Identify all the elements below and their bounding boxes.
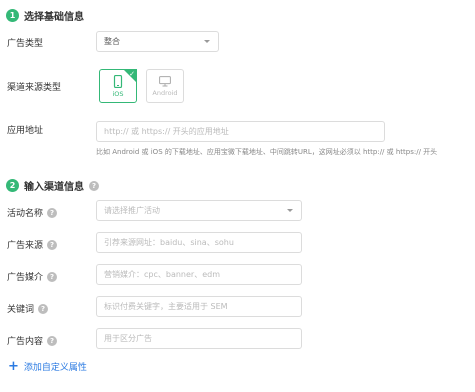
ad-source-label-text: 广告来源 — [7, 241, 44, 251]
chevron-down-icon — [204, 40, 210, 43]
section-title-basic: 选择基础信息 — [24, 12, 84, 23]
channel-type-label: 渠道来源类型 — [7, 80, 61, 93]
ad-content-input[interactable]: 用于区分广告 — [96, 328, 302, 349]
os-option-ios-label: iOS — [112, 89, 124, 98]
section-channel-info: 2 输入渠道信息 ? — [6, 178, 99, 193]
app-url-input[interactable]: http:// 或 https:// 开头的应用地址 — [96, 121, 385, 142]
question-circle-icon[interactable]: ? — [47, 335, 58, 346]
section-title-channel: 输入渠道信息 — [24, 182, 84, 193]
ad-content-label-text: 广告内容 — [7, 337, 44, 347]
question-circle-icon[interactable]: ? — [47, 271, 58, 282]
ad-medium-placeholder: 营销媒介：cpc、banner、edm — [104, 270, 220, 279]
campaign-select-placeholder: 请选择推广活动 — [104, 206, 160, 215]
question-circle-icon[interactable]: ? — [38, 303, 49, 314]
ad-medium-input[interactable]: 营销媒介：cpc、banner、edm — [96, 264, 302, 285]
keyword-input[interactable]: 标识付费关键字，主要适用于 SEM — [96, 296, 302, 317]
check-icon: ✓ — [129, 70, 135, 78]
ad-medium-label: 广告媒介 ? — [7, 270, 58, 283]
question-circle-icon[interactable]: ? — [47, 239, 58, 250]
ad-type-label-text: 广告类型 — [7, 39, 44, 49]
os-option-ios[interactable]: ✓ iOS — [99, 69, 137, 103]
keyword-label-text: 关键词 — [7, 305, 35, 315]
app-url-hint: 比如 Android 或 iOS 的下载地址、应用宝微下载地址、中间跳转URL，… — [96, 148, 438, 156]
step-badge-2: 2 — [6, 179, 19, 192]
ad-source-input[interactable]: 引荐来源网址：baidu、sina、sohu — [96, 232, 302, 253]
campaign-name-label: 活动名称 ? — [7, 206, 58, 219]
ad-source-label: 广告来源 ? — [7, 238, 58, 251]
app-url-label: 应用地址 — [7, 123, 43, 136]
ad-source-placeholder: 引荐来源网址：baidu、sina、sohu — [104, 238, 234, 247]
add-custom-attribute-button[interactable]: + 添加自定义属性 — [8, 358, 87, 374]
os-option-android[interactable]: Android — [146, 69, 184, 103]
app-url-label-text: 应用地址 — [7, 126, 44, 136]
monitor-icon — [159, 75, 171, 86]
chevron-down-icon — [287, 209, 293, 212]
step-badge-1: 1 — [6, 9, 19, 22]
keyword-label: 关键词 ? — [7, 302, 49, 315]
keyword-placeholder: 标识付费关键字，主要适用于 SEM — [104, 302, 228, 311]
ad-type-label: 广告类型 — [7, 36, 43, 49]
ad-content-label: 广告内容 ? — [7, 334, 58, 347]
channel-type-label-text: 渠道来源类型 — [7, 83, 62, 93]
question-circle-icon[interactable]: ? — [47, 207, 58, 218]
ad-medium-label-text: 广告媒介 — [7, 273, 44, 283]
app-url-placeholder: http:// 或 https:// 开头的应用地址 — [104, 127, 229, 136]
campaign-name-label-text: 活动名称 — [7, 209, 44, 219]
ad-content-placeholder: 用于区分广告 — [104, 334, 152, 343]
mobile-phone-icon — [113, 74, 123, 88]
section-basic-info: 1 选择基础信息 — [6, 8, 84, 23]
ad-type-select-value: 整合 — [104, 37, 120, 46]
campaign-select[interactable]: 请选择推广活动 — [96, 200, 302, 221]
os-option-android-label: Android — [152, 88, 178, 97]
plus-icon: + — [8, 358, 19, 374]
add-custom-attribute-label: 添加自定义属性 — [23, 363, 87, 373]
ad-type-select[interactable]: 整合 — [96, 31, 219, 52]
question-circle-icon[interactable]: ? — [89, 180, 99, 191]
